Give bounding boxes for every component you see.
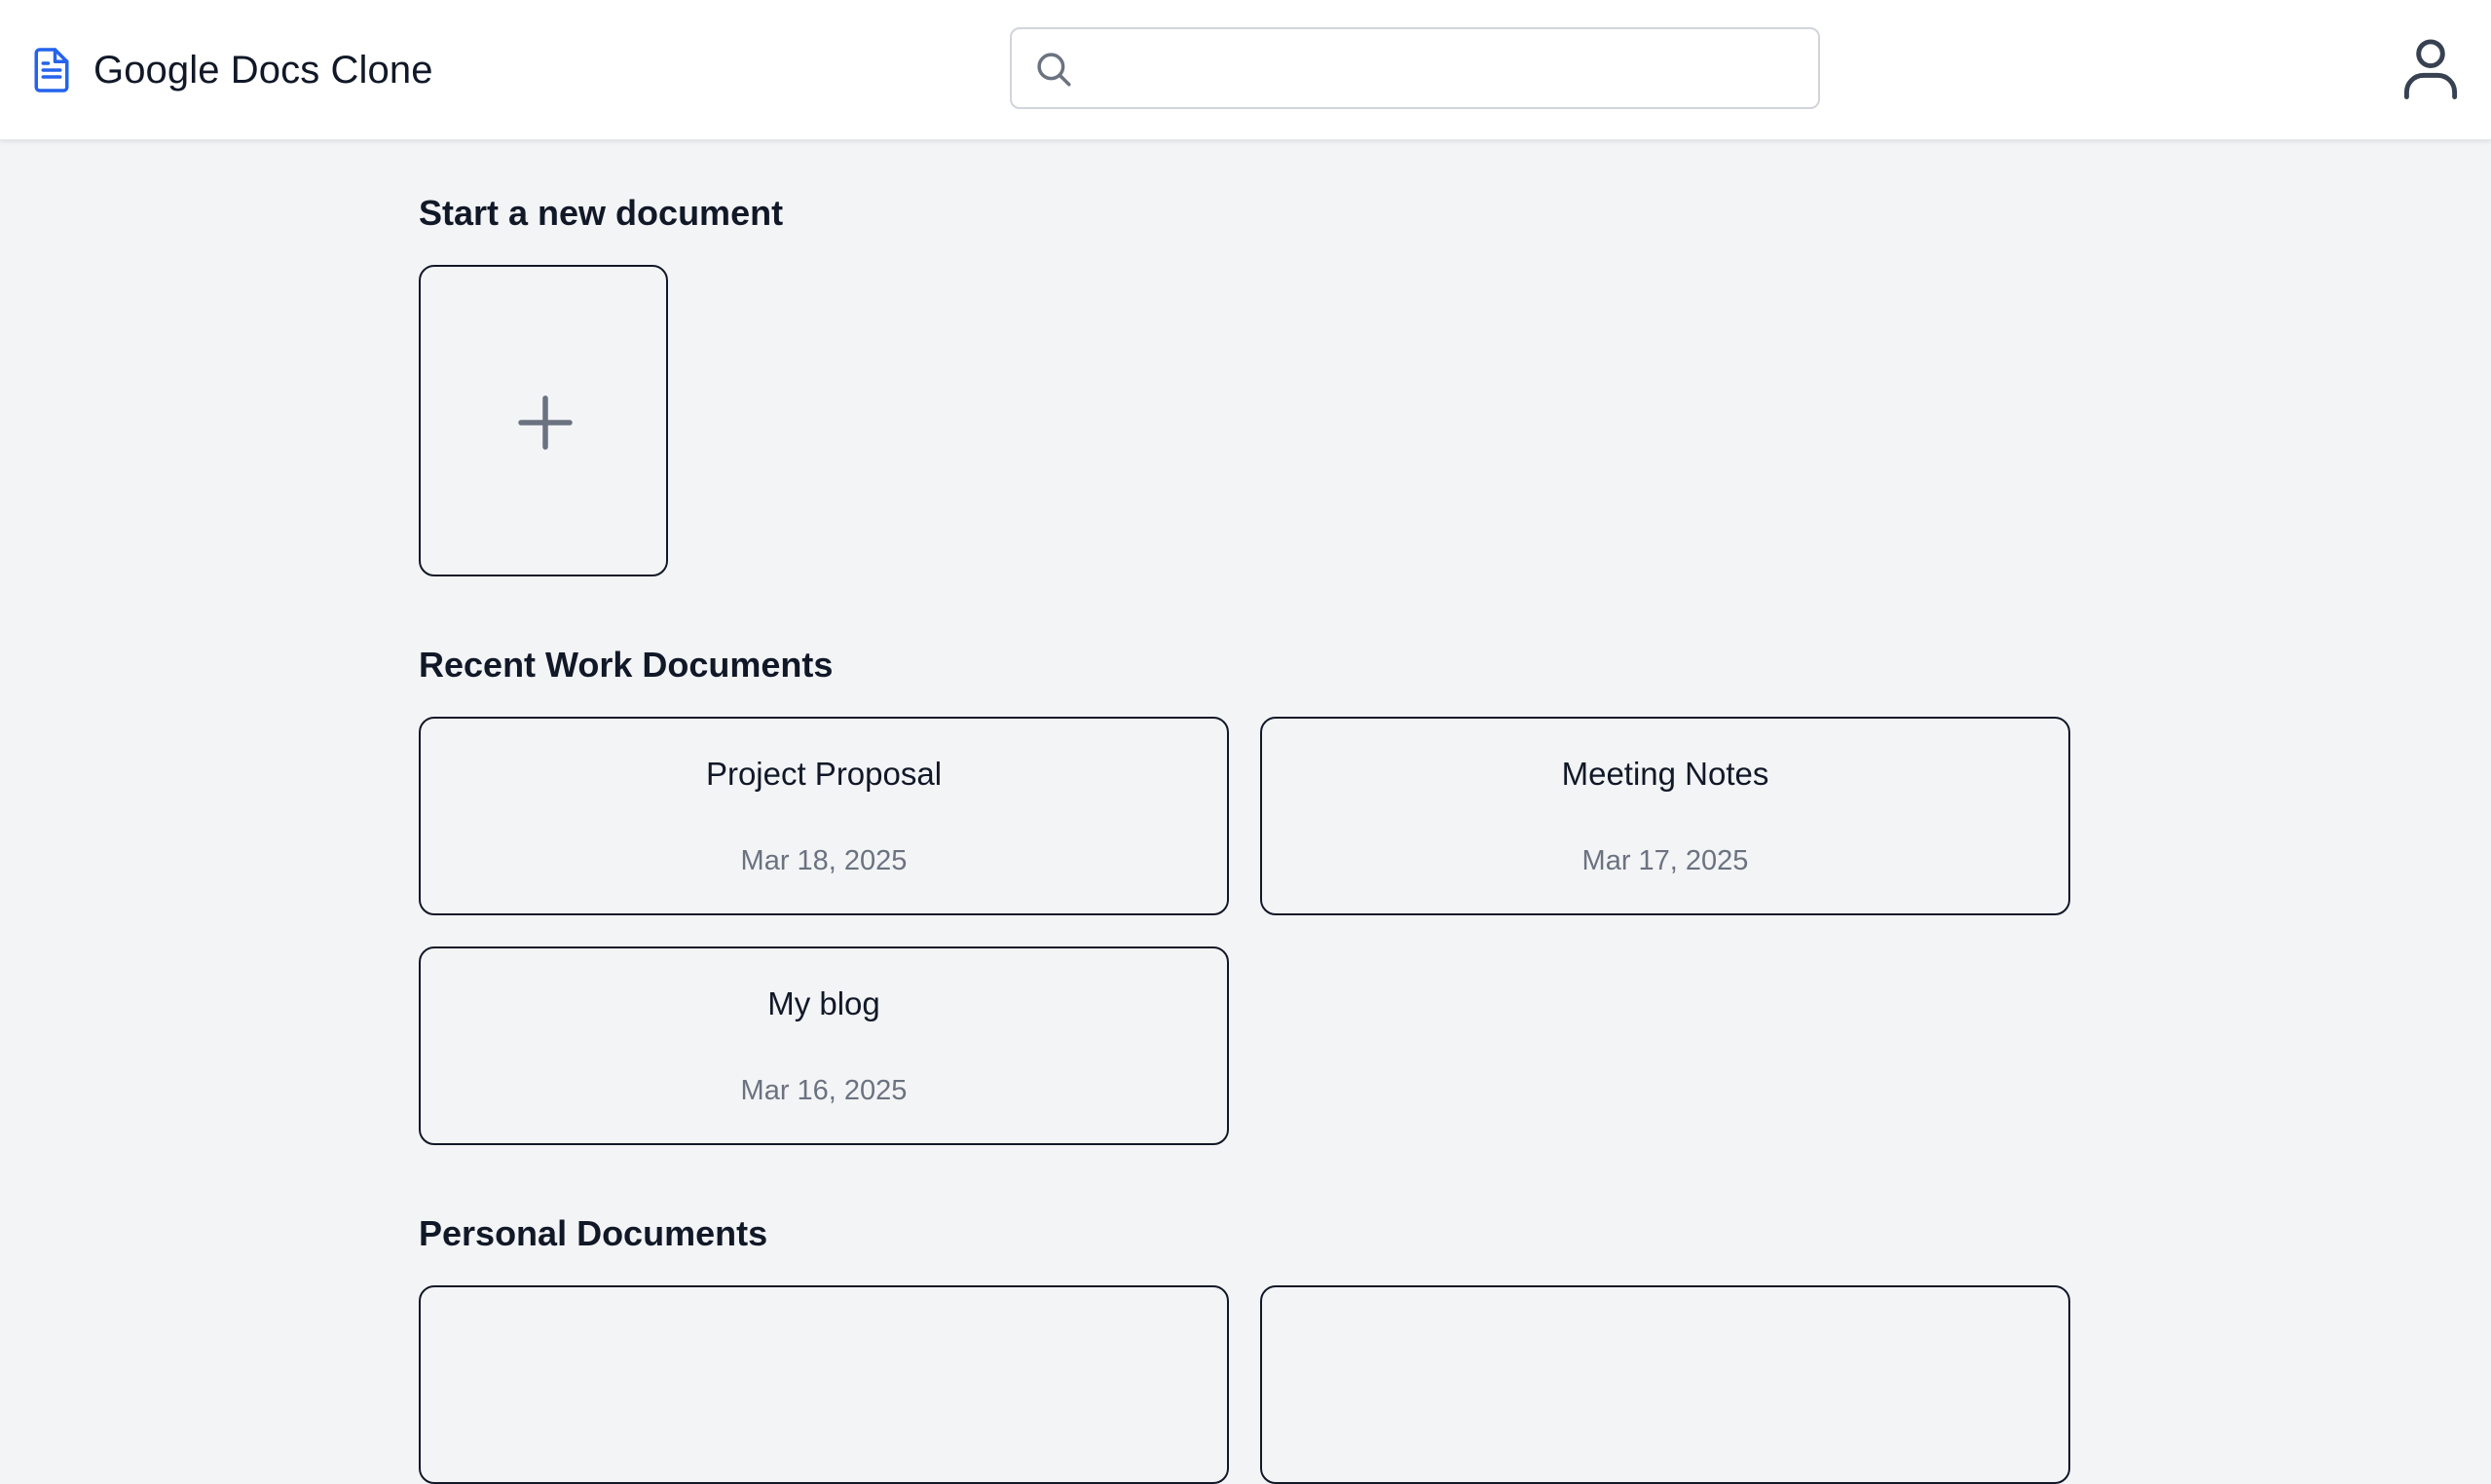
document-card-meeting-notes[interactable]: Meeting Notes Mar 17, 2025 — [1260, 717, 2070, 915]
new-document-heading: Start a new document — [419, 193, 784, 233]
document-icon — [34, 48, 69, 93]
user-icon[interactable] — [2401, 37, 2460, 99]
search-input[interactable] — [1092, 29, 1803, 107]
personal-documents-heading: Personal Documents — [419, 1213, 768, 1253]
new-document-button[interactable] — [419, 265, 668, 576]
document-title: Meeting Notes — [1561, 756, 1769, 792]
document-date: Mar 16, 2025 — [740, 1075, 908, 1106]
search-bar[interactable] — [1010, 27, 1820, 109]
document-title: Project Proposal — [705, 756, 943, 792]
search-icon — [1037, 53, 1071, 87]
plus-icon — [518, 395, 573, 450]
document-card-personal-1[interactable] — [419, 1285, 1229, 1484]
app-title: Google Docs Clone — [93, 48, 433, 92]
document-card-project-proposal[interactable]: Project Proposal Mar 18, 2025 — [419, 717, 1229, 915]
top-bar: Google Docs Clone — [0, 0, 2491, 140]
recent-work-heading: Recent Work Documents — [419, 645, 834, 685]
document-card-my-blog[interactable]: My blog Mar 16, 2025 — [419, 946, 1229, 1145]
document-title: My blog — [767, 985, 880, 1021]
document-date: Mar 17, 2025 — [1581, 845, 1749, 876]
document-card-personal-2[interactable] — [1260, 1285, 2070, 1484]
document-date: Mar 18, 2025 — [740, 845, 908, 876]
brand[interactable]: Google Docs Clone — [31, 41, 433, 99]
